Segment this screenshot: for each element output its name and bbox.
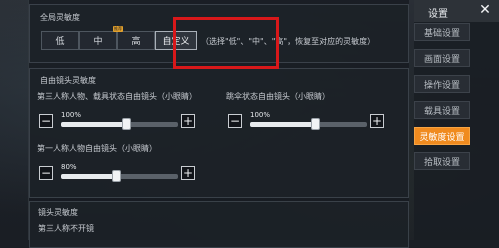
parachute-slider-fill (250, 122, 316, 127)
first-person-slider[interactable] (61, 170, 178, 182)
third-person-no-scope-label: 第三人称不开镜 (38, 224, 94, 233)
parachute-plus-button[interactable]: + (370, 114, 384, 128)
first-person-slider-fill (61, 174, 116, 179)
first-person-free-cam-label: 第一人称人物自由镜头（小眼睛） (37, 144, 157, 153)
third-person-value: 100% (61, 111, 82, 119)
parachute-slider[interactable] (250, 118, 367, 130)
section-title-global: 全局灵敏度 (40, 13, 80, 22)
lens-sensitivity-section: 镜头灵敏度 第三人称不开镜 (29, 201, 409, 248)
first-person-slider-handle[interactable] (112, 170, 121, 182)
third-person-plus-button[interactable]: + (181, 114, 195, 128)
menu-item-pickup[interactable]: 拾取设置 (414, 152, 470, 170)
parachute-slider-handle[interactable] (311, 118, 320, 130)
third-person-slider[interactable] (61, 118, 178, 130)
first-person-value: 80% (61, 163, 77, 171)
parachute-value: 100% (250, 111, 271, 119)
menu-title: 设置 (428, 9, 448, 20)
menu-item-controls[interactable]: 操作设置 (414, 75, 470, 93)
settings-panel: 全局灵敏度 低 中 高 自定义 推荐 （选择"低"、"中"、"高"，恢复至对应的… (28, 0, 409, 248)
third-person-free-cam-label: 第三人称人物、载具状态自由镜头（小眼睛） (37, 92, 197, 101)
third-person-slider-fill (61, 122, 127, 127)
first-person-minus-button[interactable]: − (39, 166, 53, 180)
parachute-minus-button[interactable]: − (228, 114, 242, 128)
menu-item-sensitivity[interactable]: 灵敏度设置 (414, 127, 470, 145)
menu-item-vehicle[interactable]: 载具设置 (414, 101, 470, 119)
highlight-annotation-box (173, 17, 279, 69)
recommended-badge: 推荐 (113, 26, 123, 32)
sensitivity-high-button[interactable]: 高 (117, 31, 155, 50)
settings-menu: 设置 ✕ 基础设置 画面设置 操作设置 载具设置 灵敏度设置 拾取设置 (414, 0, 499, 240)
menu-header: 设置 ✕ (414, 0, 499, 22)
menu-item-basic[interactable]: 基础设置 (414, 23, 470, 41)
menu-item-graphics[interactable]: 画面设置 (414, 49, 470, 67)
first-person-plus-button[interactable]: + (181, 166, 195, 180)
third-person-slider-handle[interactable] (122, 118, 131, 130)
sensitivity-low-button[interactable]: 低 (41, 31, 79, 50)
close-icon[interactable]: ✕ (477, 2, 493, 18)
third-person-minus-button[interactable]: − (39, 114, 53, 128)
parachute-free-cam-label: 跳伞状态自由镜头（小眼睛） (226, 92, 330, 101)
sensitivity-medium-button[interactable]: 中 (79, 31, 117, 50)
section-title-lens: 镜头灵敏度 (38, 208, 78, 217)
section-title-free-cam: 自由镜头灵敏度 (40, 76, 96, 85)
